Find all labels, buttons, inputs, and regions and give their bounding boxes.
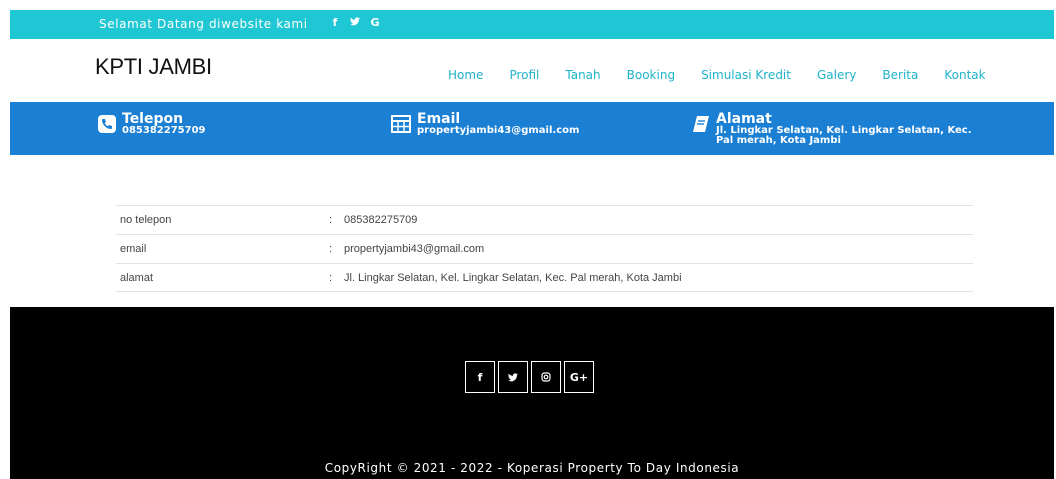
facebook-icon[interactable]: f: [330, 16, 340, 29]
google-plus-icon[interactable]: G+: [564, 361, 594, 393]
instagram-icon[interactable]: [531, 361, 561, 393]
book-icon: [693, 116, 709, 132]
row-label: no telepon: [120, 214, 172, 226]
email-value: propertyjambi43@gmail.com: [417, 125, 580, 136]
phone-title: Telepon: [122, 111, 184, 127]
welcome-text: Selamat Datang diwebsite kami: [99, 17, 308, 31]
nav-profil[interactable]: Profil: [509, 68, 539, 82]
top-bar: Selamat Datang diwebsite kami f G: [10, 10, 1054, 39]
nav-tanah[interactable]: Tanah: [565, 68, 600, 82]
nav-berita[interactable]: Berita: [882, 68, 918, 82]
table-row: email : propertyjambi43@gmail.com: [116, 234, 973, 263]
row-value: Jl. Lingkar Selatan, Kel. Lingkar Selata…: [344, 271, 682, 284]
address-line-2: Pal merah, Kota Jambi: [716, 135, 841, 146]
footer-social-links: f G+: [465, 361, 594, 393]
main-nav: Home Profil Tanah Booking Simulasi Kredi…: [448, 68, 986, 82]
email-info: Email propertyjambi43@gmail.com: [391, 112, 579, 136]
address-info: Alamat Jl. Lingkar Selatan, Kel. Lingkar…: [692, 112, 972, 146]
table-icon: [391, 115, 411, 133]
email-title: Email: [417, 111, 461, 127]
twitter-icon[interactable]: [498, 361, 528, 393]
nav-simulasi-kredit[interactable]: Simulasi Kredit: [701, 68, 791, 82]
row-label: alamat: [120, 271, 154, 284]
row-label: email: [120, 243, 147, 255]
address-title: Alamat: [716, 111, 772, 127]
nav-kontak[interactable]: Kontak: [944, 68, 985, 82]
top-social-links: f G: [330, 16, 380, 29]
nav-booking[interactable]: Booking: [627, 68, 675, 82]
row-value: propertyjambi43@gmail.com: [344, 243, 485, 255]
footer: f G+ CopyRight © 2021 - 2022 - Koperasi …: [10, 307, 1054, 479]
facebook-icon[interactable]: f: [465, 361, 495, 393]
phone-info: Telepon 085382275709: [98, 112, 206, 136]
nav-galery[interactable]: Galery: [817, 68, 856, 82]
row-separator: :: [329, 214, 333, 226]
copyright-text: CopyRight © 2021 - 2022 - Koperasi Prope…: [324, 461, 740, 475]
site-logo[interactable]: KPTI JAMBI: [95, 54, 212, 80]
table-row: alamat : Jl. Lingkar Selatan, Kel. Lingk…: [116, 263, 973, 292]
header: KPTI JAMBI Home Profil Tanah Booking Sim…: [10, 39, 1054, 102]
table-row: no telepon : 085382275709: [116, 205, 973, 234]
nav-home[interactable]: Home: [448, 68, 483, 82]
google-icon[interactable]: G: [370, 16, 380, 29]
contact-info-bar: Telepon 085382275709 Email propertyjambi…: [10, 102, 1054, 155]
row-separator: :: [329, 243, 333, 255]
phone-icon: [98, 115, 116, 133]
contact-details-table: no telepon : 085382275709 email : proper…: [116, 205, 973, 292]
twitter-icon[interactable]: [350, 16, 360, 29]
row-separator: :: [329, 271, 333, 284]
phone-value: 085382275709: [122, 125, 206, 136]
row-value: 085382275709: [344, 214, 418, 226]
page: Selamat Datang diwebsite kami f G KPTI J…: [10, 10, 1054, 479]
